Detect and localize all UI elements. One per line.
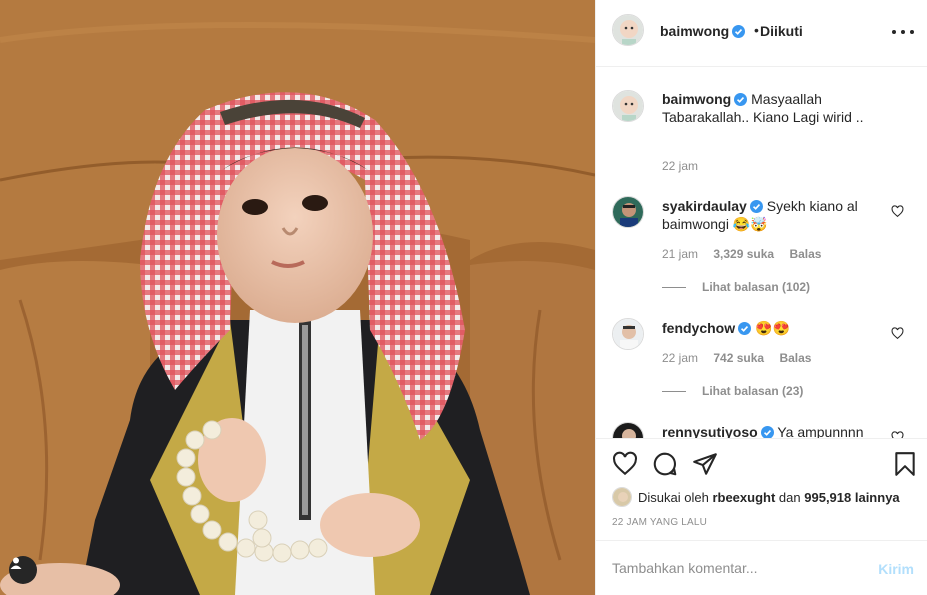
reply-button[interactable]: Balas — [789, 247, 821, 261]
post-image — [0, 0, 595, 595]
comment-input[interactable] — [612, 557, 862, 579]
add-comment-bar: Kirim — [596, 540, 927, 595]
verified-badge-icon — [734, 93, 748, 106]
view-replies-button[interactable]: Lihat balasan (102) — [662, 280, 810, 294]
comment-text: Ya ampunnnn — [777, 424, 864, 438]
comment-meta: 22 jam 742 suka Balas — [662, 351, 823, 365]
follow-status-button[interactable]: Diikuti — [760, 23, 803, 39]
like-comment-heart-icon[interactable] — [891, 327, 904, 340]
caption-meta: 22 jam — [662, 159, 710, 173]
post-timestamp[interactable]: 22 JAM YANG LALU — [612, 517, 707, 528]
caption-item: baimwong Masyaallah Tabarakallah.. Kiano… — [596, 68, 927, 188]
liked-by-connector: dan — [778, 489, 801, 505]
caption-username[interactable]: baimwong — [662, 91, 731, 107]
comment-item: rennysutiyoso Ya ampunnnn — [596, 414, 927, 438]
like-comment-heart-icon[interactable] — [891, 205, 904, 218]
comment-likes[interactable]: 742 suka — [713, 351, 764, 365]
post-comment-button[interactable]: Kirim — [878, 561, 914, 577]
comments-list[interactable]: baimwong Masyaallah Tabarakallah.. Kiano… — [596, 68, 927, 438]
comment-body: syakirdaulay Syekh kiano al baimwongi 😂🤯 — [662, 197, 884, 233]
view-replies-button[interactable]: Lihat balasan (23) — [662, 384, 803, 398]
replies-divider — [662, 286, 686, 288]
author-avatar[interactable] — [612, 14, 644, 46]
post-header: baimwong • Diikuti — [596, 0, 927, 67]
share-icon[interactable] — [692, 451, 718, 477]
comment-time[interactable]: 21 jam — [662, 247, 698, 261]
caption-time[interactable]: 22 jam — [662, 159, 698, 173]
comment-item: fendychow 😍😍 22 jam 742 suka Balas Lihat… — [596, 310, 927, 410]
liker-avatar[interactable] — [612, 487, 632, 507]
comment-time[interactable]: 22 jam — [662, 351, 698, 365]
replies-divider — [662, 390, 686, 392]
commenter-avatar[interactable] — [612, 196, 644, 228]
post-actions: Disukai oleh rbeexught dan 995,918 lainn… — [596, 438, 927, 540]
bookmark-icon[interactable] — [892, 451, 918, 477]
comment-item: syakirdaulay Syekh kiano al baimwongi 😂🤯… — [596, 188, 927, 294]
caption-avatar[interactable] — [612, 90, 644, 122]
comment-body: rennysutiyoso Ya ampunnnn — [662, 423, 884, 438]
commenter-avatar[interactable] — [612, 422, 644, 438]
tagged-users-button[interactable] — [9, 556, 37, 584]
verified-badge-icon — [738, 322, 752, 335]
comment-body: fendychow 😍😍 — [662, 319, 884, 337]
likes-count[interactable]: 995,918 lainnya — [804, 490, 899, 505]
comment-text: 😍😍 — [755, 320, 790, 336]
user-icon — [10, 557, 22, 569]
heart-icon[interactable] — [612, 451, 638, 477]
post-side-panel: baimwong • Diikuti baimwong Masyaallah T… — [595, 0, 927, 595]
liked-by-prefix: Disukai oleh — [638, 489, 709, 505]
comment-meta: 21 jam 3,329 suka Balas — [662, 247, 833, 261]
view-replies-label[interactable]: Lihat balasan (102) — [702, 280, 810, 294]
verified-badge-icon — [749, 200, 763, 213]
comment-icon[interactable] — [652, 451, 678, 477]
comment-username[interactable]: rennysutiyoso — [662, 424, 758, 438]
liked-by-user[interactable]: rbeexught — [712, 490, 775, 505]
post-photo[interactable] — [0, 0, 595, 595]
comment-likes[interactable]: 3,329 suka — [713, 247, 774, 261]
view-replies-label[interactable]: Lihat balasan (23) — [702, 384, 803, 398]
like-comment-heart-icon[interactable] — [891, 431, 904, 438]
comment-username[interactable]: syakirdaulay — [662, 198, 747, 214]
comment-username[interactable]: fendychow — [662, 320, 735, 336]
verified-badge-icon — [732, 25, 746, 38]
verified-badge-icon — [760, 426, 774, 438]
follow-separator: • — [754, 22, 759, 38]
likes-summary: Disukai oleh rbeexught dan 995,918 lainn… — [612, 487, 900, 507]
author-username[interactable]: baimwong — [660, 23, 746, 39]
author-username-text[interactable]: baimwong — [660, 23, 729, 39]
commenter-avatar[interactable] — [612, 318, 644, 350]
more-options-icon[interactable] — [892, 22, 914, 42]
reply-button[interactable]: Balas — [779, 351, 811, 365]
caption-body: baimwong Masyaallah Tabarakallah.. Kiano… — [662, 90, 884, 126]
